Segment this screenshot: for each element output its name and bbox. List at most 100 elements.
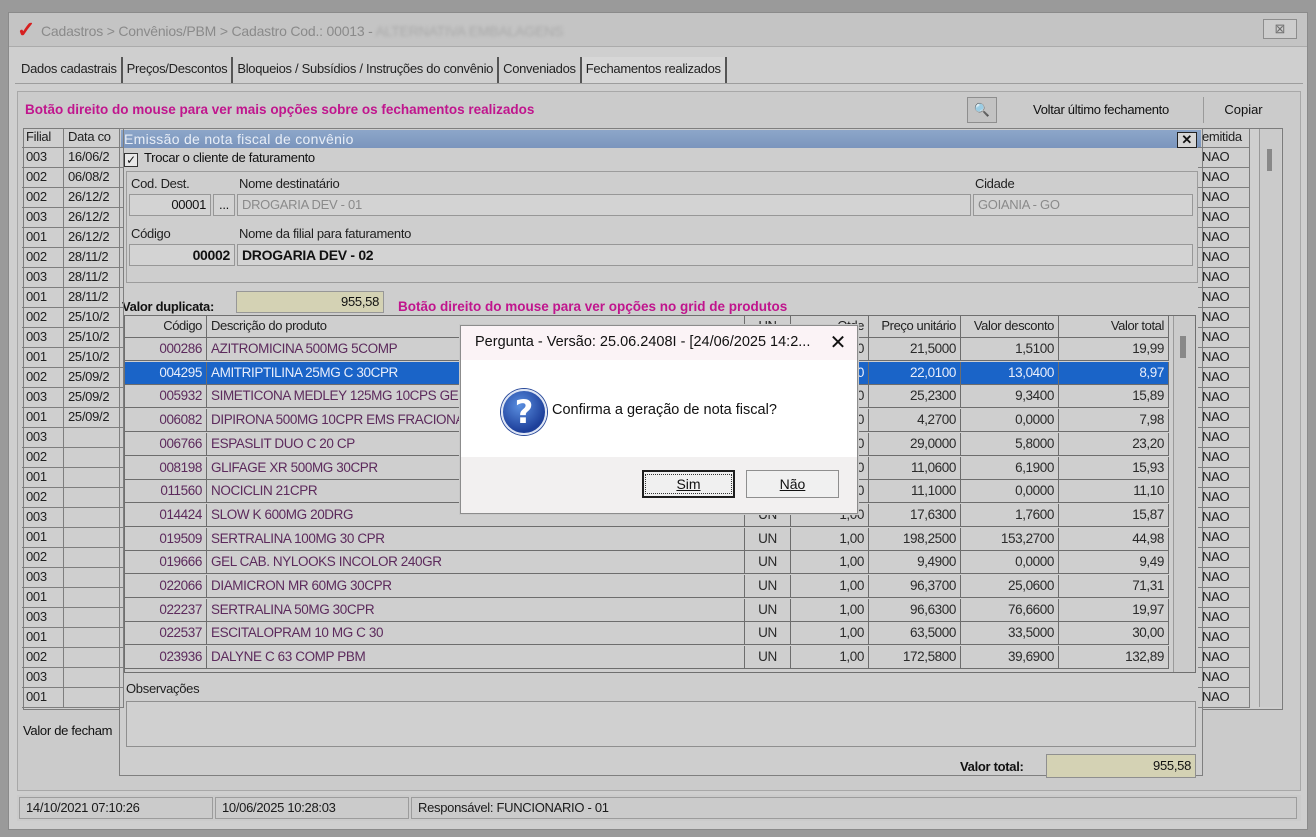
row-data[interactable]: 16/06/2 xyxy=(64,148,124,168)
header-filial[interactable]: Filial xyxy=(22,128,64,148)
row-filial[interactable]: 002 xyxy=(22,648,64,668)
nao-button[interactable]: Não xyxy=(746,470,839,498)
row-filial[interactable]: 002 xyxy=(22,548,64,568)
row-data[interactable] xyxy=(64,448,124,468)
product-row[interactable]: 022237 SERTRALINA 50MG 30CPR UN 1,00 96,6300… xyxy=(125,598,1173,622)
row-emitida[interactable]: NAO xyxy=(1198,248,1250,268)
row-filial[interactable]: 002 xyxy=(22,308,64,328)
row-data[interactable] xyxy=(64,668,124,688)
row-data[interactable]: 26/12/2 xyxy=(64,208,124,228)
voltar-ultimo-fechamento-button[interactable]: Voltar último fechamento xyxy=(1003,97,1199,123)
row-emitida[interactable]: NAO xyxy=(1198,588,1250,608)
nome-dest-field[interactable]: DROGARIA DEV - 01 xyxy=(237,194,971,216)
row-emitida[interactable]: NAO xyxy=(1198,308,1250,328)
row-emitida[interactable]: NAO xyxy=(1198,488,1250,508)
copiar-button[interactable]: Copiar xyxy=(1203,97,1283,123)
row-emitida[interactable]: NAO xyxy=(1198,628,1250,648)
row-emitida[interactable]: NAO xyxy=(1198,528,1250,548)
header-total[interactable]: Valor total xyxy=(1059,316,1169,338)
tab-dados-cadastrais[interactable]: Dados cadastrais xyxy=(17,57,123,83)
row-filial[interactable]: 003 xyxy=(22,148,64,168)
row-data[interactable] xyxy=(64,548,124,568)
header-codigo[interactable]: Código xyxy=(125,316,207,338)
row-data[interactable]: 28/11/2 xyxy=(64,288,124,308)
row-filial[interactable]: 001 xyxy=(22,468,64,488)
row-emitida[interactable]: NAO xyxy=(1198,568,1250,588)
row-filial[interactable]: 003 xyxy=(22,328,64,348)
row-filial[interactable]: 003 xyxy=(22,208,64,228)
row-filial[interactable]: 001 xyxy=(22,528,64,548)
row-emitida[interactable]: NAO xyxy=(1198,208,1250,228)
row-emitida[interactable]: NAO xyxy=(1198,428,1250,448)
produtos-scrollbar[interactable] xyxy=(1173,316,1195,672)
cod-dest-field[interactable]: 00001 xyxy=(129,194,211,216)
row-filial[interactable]: 003 xyxy=(22,428,64,448)
row-filial[interactable]: 003 xyxy=(22,388,64,408)
row-filial[interactable]: 001 xyxy=(22,688,64,708)
row-data[interactable] xyxy=(64,608,124,628)
row-data[interactable]: 28/11/2 xyxy=(64,268,124,288)
row-data[interactable] xyxy=(64,568,124,588)
sim-button[interactable]: Sim xyxy=(642,470,735,498)
dialog-close-button[interactable]: ✕ xyxy=(825,330,851,356)
row-data[interactable]: 25/09/2 xyxy=(64,368,124,388)
row-data[interactable]: 25/10/2 xyxy=(64,308,124,328)
row-filial[interactable]: 001 xyxy=(22,348,64,368)
header-emitida[interactable]: emitida xyxy=(1198,128,1250,148)
tab-bloqueios[interactable]: Bloqueios / Subsídios / Instruções do co… xyxy=(233,57,500,83)
row-emitida[interactable]: NAO xyxy=(1198,468,1250,488)
row-data[interactable] xyxy=(64,428,124,448)
product-row[interactable]: 019509 SERTRALINA 100MG 30 CPR UN 1,00 198,2… xyxy=(125,527,1173,551)
valor-duplicata-field[interactable]: 955,58 xyxy=(236,291,384,313)
row-filial[interactable]: 001 xyxy=(22,628,64,648)
product-row[interactable]: 019666 GEL CAB. NYLOOKS INCOLOR 240GR UN 1,… xyxy=(125,551,1173,575)
row-emitida[interactable]: NAO xyxy=(1198,148,1250,168)
row-data[interactable] xyxy=(64,648,124,668)
row-data[interactable] xyxy=(64,628,124,648)
search-button[interactable]: 🔍 xyxy=(967,97,997,123)
row-emitida[interactable]: NAO xyxy=(1198,648,1250,668)
row-data[interactable]: 25/09/2 xyxy=(64,408,124,428)
row-data[interactable]: 26/12/2 xyxy=(64,188,124,208)
nome-filial-field[interactable]: DROGARIA DEV - 02 xyxy=(237,244,1193,266)
row-filial[interactable]: 001 xyxy=(22,588,64,608)
row-filial[interactable]: 002 xyxy=(22,368,64,388)
row-filial[interactable]: 003 xyxy=(22,568,64,588)
header-data[interactable]: Data co xyxy=(64,128,124,148)
valor-total-field[interactable]: 955,58 xyxy=(1046,754,1196,778)
row-emitida[interactable]: NAO xyxy=(1198,188,1250,208)
row-emitida[interactable]: NAO xyxy=(1198,608,1250,628)
row-filial[interactable]: 002 xyxy=(22,188,64,208)
scrollbar-thumb[interactable] xyxy=(1267,149,1272,171)
product-row[interactable]: 022537 ESCITALOPRAM 10 MG C 30 UN 1,00 63,50… xyxy=(125,622,1173,646)
row-emitida[interactable]: NAO xyxy=(1198,668,1250,688)
row-filial[interactable]: 002 xyxy=(22,168,64,188)
row-data[interactable] xyxy=(64,468,124,488)
row-filial[interactable]: 002 xyxy=(22,448,64,468)
trocar-cliente-checkbox[interactable]: ✓ xyxy=(124,153,138,167)
tab-conveniados[interactable]: Conveniados xyxy=(499,57,582,83)
row-data[interactable] xyxy=(64,688,124,708)
row-data[interactable] xyxy=(64,528,124,548)
row-emitida[interactable]: NAO xyxy=(1198,408,1250,428)
row-filial[interactable]: 001 xyxy=(22,408,64,428)
row-data[interactable]: 25/09/2 xyxy=(64,388,124,408)
form-close-button[interactable]: ✕ xyxy=(1177,132,1197,148)
header-desconto[interactable]: Valor desconto xyxy=(961,316,1059,338)
row-filial[interactable]: 003 xyxy=(22,268,64,288)
row-data[interactable]: 06/08/2 xyxy=(64,168,124,188)
trocar-cliente-row[interactable]: ✓ Trocar o cliente de faturamento xyxy=(124,150,315,167)
row-emitida[interactable]: NAO xyxy=(1198,268,1250,288)
row-data[interactable]: 25/10/2 xyxy=(64,328,124,348)
row-data[interactable] xyxy=(64,508,124,528)
observacoes-field[interactable] xyxy=(126,701,1196,747)
product-row[interactable]: 023936 DALYNE C 63 COMP PBM UN 1,00 172,5800… xyxy=(125,646,1173,670)
tab-fechamentos-realizados[interactable]: Fechamentos realizados xyxy=(581,57,727,83)
row-emitida[interactable]: NAO xyxy=(1198,508,1250,528)
row-filial[interactable]: 003 xyxy=(22,508,64,528)
row-emitida[interactable]: NAO xyxy=(1198,688,1250,708)
row-emitida[interactable]: NAO xyxy=(1198,388,1250,408)
window-close-button[interactable]: ⊠ xyxy=(1263,19,1297,39)
row-filial[interactable]: 001 xyxy=(22,228,64,248)
fechamentos-scrollbar[interactable] xyxy=(1259,129,1281,707)
